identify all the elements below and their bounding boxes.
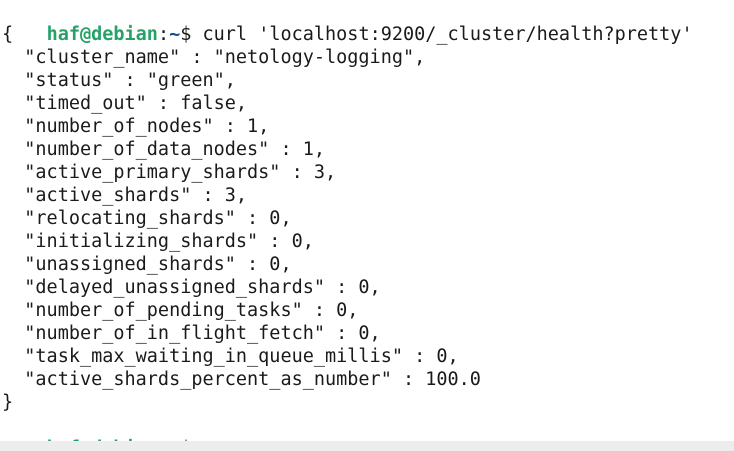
output-line: "active_shards" : 3,: [2, 185, 248, 206]
output-line: "relocating_shards" : 0,: [2, 208, 292, 229]
prompt-symbol: $: [180, 24, 192, 45]
output-line: "initializing_shards" : 0,: [2, 231, 314, 252]
output-line: "cluster_name" : "netology-logging",: [2, 47, 426, 68]
output-line: "delayed_unassigned_shards" : 0,: [2, 277, 381, 298]
output-close-brace: }: [2, 392, 14, 413]
prompt-user-host: haf@debian: [46, 24, 158, 45]
command-line: haf@debian:~$ curl 'localhost:9200/_clus…: [2, 0, 734, 45]
output-line: "unassigned_shards" : 0,: [2, 254, 292, 275]
output-line: "number_of_data_nodes" : 1,: [2, 139, 326, 160]
terminal-window[interactable]: haf@debian:~$ curl 'localhost:9200/_clus…: [0, 0, 734, 451]
output-line: "number_of_pending_tasks" : 0,: [2, 300, 359, 321]
prompt-line[interactable]: haf@debian:~$: [2, 414, 734, 451]
prompt-path: ~: [169, 24, 181, 45]
command-text: curl 'localhost:9200/_cluster/health?pre…: [191, 24, 693, 45]
output-line: "timed_out" : false,: [2, 93, 248, 114]
output-line: "status" : "green",: [2, 70, 236, 91]
output-line: "number_of_in_flight_fetch" : 0,: [2, 323, 381, 344]
prompt-separator: :: [157, 24, 170, 45]
output-line: "active_shards_percent_as_number" : 100.…: [2, 369, 481, 390]
terminal-bottom-strip: [0, 441, 734, 451]
output-line: "active_primary_shards" : 3,: [2, 162, 337, 183]
output-line: "task_max_waiting_in_queue_millis" : 0,: [2, 346, 459, 367]
output-line: "number_of_nodes" : 1,: [2, 116, 270, 137]
